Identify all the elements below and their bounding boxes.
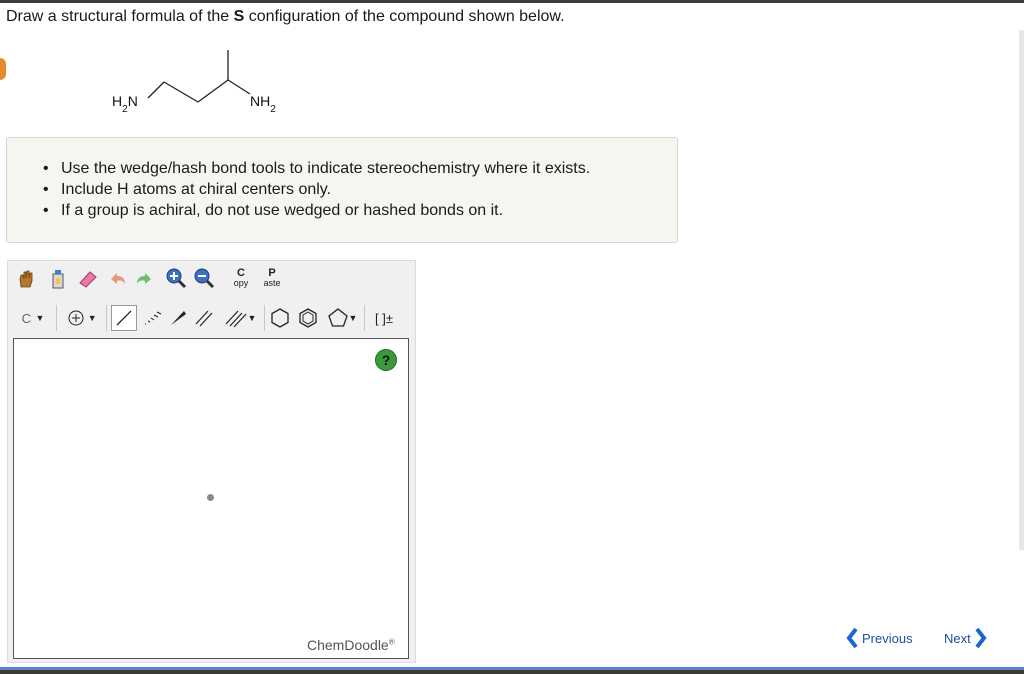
question-prompt: Draw a structural formula of the S confi… <box>6 8 565 26</box>
chevron-down-icon: ▼ <box>85 313 97 323</box>
question-flag-tab[interactable] <box>0 58 6 80</box>
cyclopentane-tool[interactable]: ▼ <box>322 306 362 330</box>
canvas-cursor-dot <box>207 494 214 501</box>
triple-bond-icon <box>225 310 246 328</box>
configuration-letter: S <box>233 8 245 25</box>
clear-icon[interactable] <box>46 267 70 291</box>
eraser-icon[interactable] <box>76 267 100 291</box>
wedge-bond-icon <box>171 311 186 325</box>
help-button[interactable]: ? <box>375 349 397 371</box>
instruction-item: If a group is achiral, do not use wedged… <box>43 200 590 221</box>
zoom-in-icon[interactable] <box>164 266 188 290</box>
charge-plus-icon <box>68 310 84 326</box>
redo-icon[interactable] <box>132 267 156 291</box>
amine-left-label: H2N <box>112 93 138 115</box>
double-bond-icon <box>195 310 213 327</box>
copy-button[interactable]: C opy <box>228 264 254 292</box>
hash-bond-icon <box>145 311 162 325</box>
benzene-icon <box>299 308 317 328</box>
benzene-tool[interactable] <box>296 306 320 330</box>
pentagon-icon <box>327 308 348 327</box>
chevron-down-icon: ▼ <box>348 313 358 323</box>
wedge-bond-tool[interactable] <box>166 306 190 330</box>
single-bond-tool[interactable] <box>111 305 137 331</box>
zoom-out-icon[interactable] <box>192 266 216 290</box>
question-text-end: configuration of the compound shown belo… <box>244 8 565 25</box>
molecule-structure: H2N NH2 <box>112 50 276 115</box>
element-selector[interactable]: C ▼ <box>14 306 52 330</box>
hand-icon[interactable] <box>14 267 38 291</box>
hexagon-icon <box>271 308 289 328</box>
bracket-tool[interactable]: [ ]± <box>370 306 398 330</box>
bond-2 <box>163 81 199 103</box>
chevron-right-icon <box>975 627 987 649</box>
single-bond-icon <box>116 310 132 326</box>
top-border <box>0 0 1024 3</box>
next-button[interactable]: Next <box>944 626 987 650</box>
cyclohexane-tool[interactable] <box>268 306 292 330</box>
charge-tool[interactable]: ▼ <box>62 306 102 330</box>
bottom-border <box>0 667 1024 674</box>
chevron-down-icon: ▼ <box>35 313 45 323</box>
undo-icon[interactable] <box>106 267 130 291</box>
scrollbar-track[interactable] <box>1019 30 1024 550</box>
previous-button[interactable]: Previous <box>846 626 913 650</box>
chevron-down-icon: ▼ <box>247 313 257 323</box>
instruction-item: Use the wedge/hash bond tools to indicat… <box>43 158 590 179</box>
double-bond-tool[interactable] <box>192 306 216 330</box>
bond-1 <box>147 81 165 99</box>
triple-bond-tool[interactable]: ▼ <box>218 306 262 330</box>
question-text: Draw a structural formula of the <box>6 8 234 25</box>
hashed-bond-tool[interactable] <box>140 306 164 330</box>
instructions-box: Use the wedge/hash bond tools to indicat… <box>6 137 678 243</box>
instruction-item: Include H atoms at chiral centers only. <box>43 179 590 200</box>
chemdoodle-brand: ChemDoodle® <box>307 637 395 653</box>
paste-button[interactable]: P aste <box>258 264 286 292</box>
amine-right-label: NH2 <box>250 93 276 115</box>
chevron-left-icon <box>846 627 858 649</box>
bond-3 <box>197 79 229 103</box>
bond-4 <box>227 79 251 95</box>
